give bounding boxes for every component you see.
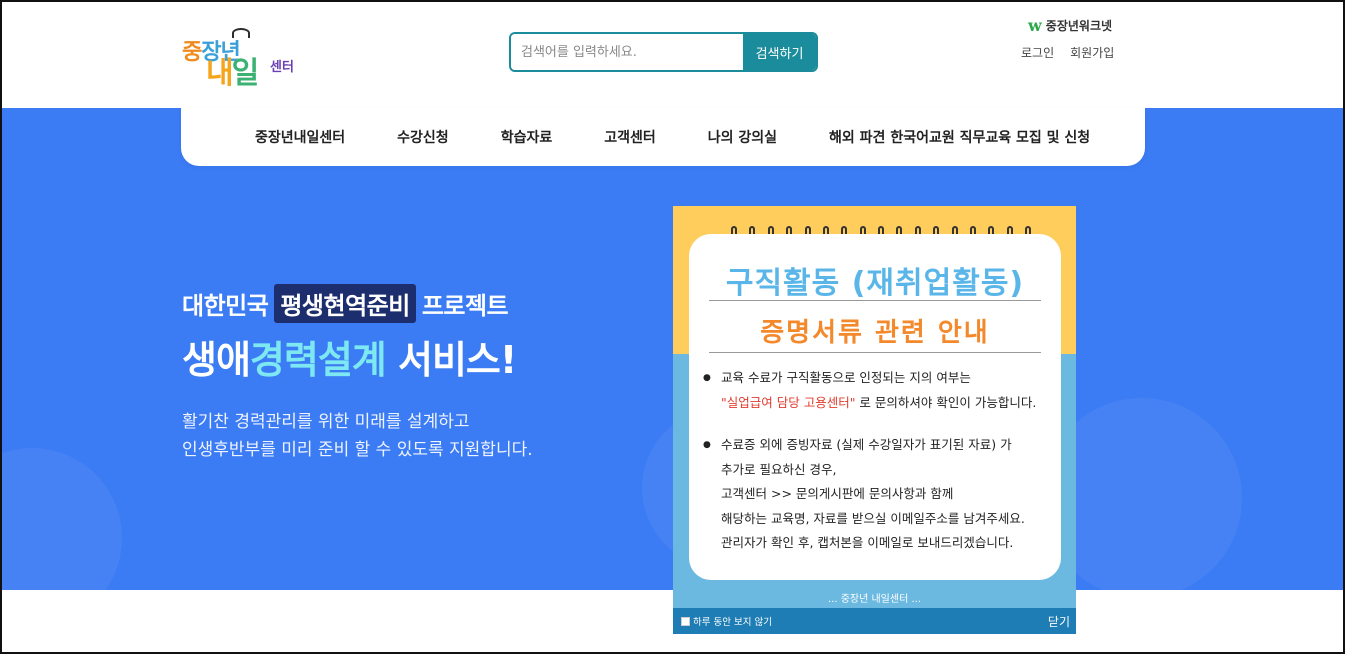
hero-headline-2-post: 서비스!	[398, 338, 517, 382]
hero-bubble	[2, 448, 122, 590]
popup-footer-text: ... 중장년 내일센터 ...	[827, 594, 921, 605]
main-nav-list: 중장년내일센터 수강신청 학습자료 고객센터 나의 강의실 해외 파견 한국어교…	[255, 108, 1090, 166]
dont-show-today-label: 하루 동안 보지 않기	[693, 617, 772, 628]
hero-subtext-line-1: 활기찬 경력관리를 위한 미래를 설계하고	[182, 412, 470, 432]
main-nav: 중장년내일센터 수강신청 학습자료 고객센터 나의 강의실 해외 파견 한국어교…	[181, 108, 1145, 166]
top-links: 로그인 회원가입	[1021, 44, 1114, 61]
popup-bullet-1-line-2: 로 문의하셔야 확인이 가능합니다.	[855, 394, 1037, 410]
logo-text-il: 일	[231, 56, 260, 91]
search-button[interactable]: 검색하기	[743, 34, 816, 70]
hero-highlight: 평생현역준비	[274, 284, 416, 323]
worknet-logo-icon: w	[1028, 16, 1042, 35]
logo-text-center: 센터	[270, 60, 294, 75]
popup-bullet-2-line-2: 추가로 필요하신 경우,	[721, 461, 837, 477]
popup-bullet-2-line-1: 수료증 외에 증빙자료 (실제 수강일자가 표기된 자료) 가	[721, 437, 1012, 452]
hero-headline-1: 대한민국 평생현역준비 프로젝트	[182, 284, 533, 323]
popup-divider	[709, 300, 1041, 301]
popup-notice-card: 구직활동 (재취업활동) 증명서류 관련 안내 교육 수료가 구직활동으로 인정…	[689, 234, 1061, 580]
popup-bullet-1: 교육 수료가 구직활동으로 인정되는 지의 여부는 "실업급여 담당 고용센터"…	[703, 366, 1053, 415]
signup-link[interactable]: 회원가입	[1070, 44, 1114, 61]
hero-text: 대한민국 평생현역준비 프로젝트 생애경력설계 서비스! 활기찬 경력관리를 위…	[182, 284, 533, 464]
worknet-label: 중장년워크넷	[1045, 19, 1113, 33]
popup-bottom-bar: 하루 동안 보지 않기 닫기	[673, 608, 1076, 634]
nav-item-materials[interactable]: 학습자료	[501, 127, 553, 147]
popup-bullet-2: 수료증 외에 증빙자료 (실제 수강일자가 표기된 자료) 가 추가로 필요하신…	[703, 433, 1053, 556]
popup-bullet-1-line-1: 교육 수료가 구직활동으로 인정되는 지의 여부는	[721, 370, 971, 385]
nav-item-enroll[interactable]: 수강신청	[397, 127, 449, 147]
popup-divider	[709, 352, 1041, 353]
logo-text-jung: 중	[182, 40, 202, 65]
checkbox-icon[interactable]	[681, 616, 690, 626]
hero-headline-2-pre: 생애	[182, 338, 251, 382]
worknet-link[interactable]: w 중장년워크넷	[1028, 16, 1112, 35]
popup-title-2: 증명서류 관련 안내	[760, 318, 990, 348]
popup-title-1: 구직활동 (재취업활동)	[725, 266, 1025, 301]
nav-item-overseas-korean-teacher[interactable]: 해외 파견 한국어교원 직무교육 모집 및 신청	[829, 127, 1090, 147]
nav-item-my-classroom[interactable]: 나의 강의실	[708, 127, 777, 147]
dont-show-today-checkbox[interactable]: 하루 동안 보지 않기	[681, 614, 772, 628]
popup-bullet-2-line-3: 고객센터 >> 문의게시판에 문의사항과 함께	[721, 486, 954, 501]
hero-headline-2: 생애경력설계 서비스!	[182, 329, 533, 384]
popup-bullet-2-line-5: 관리자가 확인 후, 캡처본을 이메일로 보내드리겠습니다.	[721, 535, 1014, 550]
hero-subtext-line-2: 인생후반부를 미리 준비 할 수 있도록 지원합니다.	[182, 440, 533, 460]
hero-headline-2-accent: 경력설계	[249, 338, 387, 382]
search-input[interactable]	[511, 34, 743, 70]
popup-body: 교육 수료가 구직활동으로 인정되는 지의 여부는 "실업급여 담당 고용센터"…	[703, 366, 1053, 556]
logo-text-nae: 내	[206, 56, 234, 91]
hero-headline-1-post: 프로젝트	[421, 292, 509, 320]
site-logo[interactable]: 중장년 내일 센터	[178, 26, 308, 91]
page-frame: 중장년 내일 센터 검색하기 w 중장년워크넷 로그인 회원가입 중장년내일센터…	[0, 0, 1345, 654]
hero-headline-1-pre: 대한민국	[182, 292, 269, 320]
login-link[interactable]: 로그인	[1021, 44, 1054, 61]
popup-bullet-1-highlight: "실업급여 담당 고용센터"	[721, 394, 856, 410]
nav-item-support[interactable]: 고객센터	[604, 127, 656, 147]
popup-bullet-2-line-4: 해당하는 교육명, 자료를 받으실 이메일주소를 남겨주세요.	[721, 510, 1025, 526]
notice-popup: 구직활동 (재취업활동) 증명서류 관련 안내 교육 수료가 구직활동으로 인정…	[673, 206, 1076, 634]
search-bar: 검색하기	[509, 32, 818, 72]
popup-close-button[interactable]: 닫기	[1048, 613, 1070, 630]
nav-item-center[interactable]: 중장년내일센터	[255, 127, 345, 147]
hero-subtext: 활기찬 경력관리를 위한 미래를 설계하고 인생후반부를 미리 준비 할 수 있…	[182, 408, 533, 464]
